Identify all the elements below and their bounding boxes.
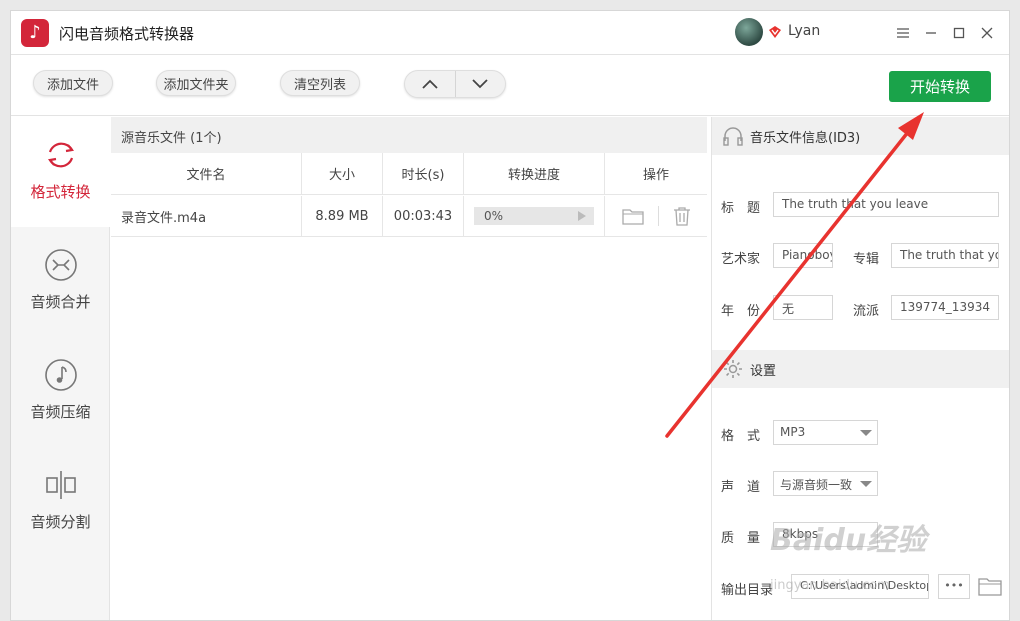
- clear-list-button[interactable]: 清空列表: [280, 70, 360, 96]
- folder-icon[interactable]: [621, 207, 644, 225]
- start-convert-button[interactable]: 开始转换: [889, 71, 991, 102]
- app-window: ♪ 闪电音频格式转换器 Lyan 添加文件 添加文件夹 清空列表 开始转换 格式…: [10, 10, 1010, 621]
- channel-select[interactable]: 与源音频一致: [773, 471, 878, 496]
- avatar[interactable]: [735, 18, 763, 46]
- file-name: 录音文件.m4a: [111, 196, 302, 236]
- headphones-icon: [723, 127, 743, 146]
- refresh-icon: [47, 142, 74, 168]
- add-file-button[interactable]: 添加文件: [33, 70, 113, 96]
- settings-section-header: 设置: [712, 350, 1009, 388]
- file-table-header: 文件名 大小 时长(s) 转换进度 操作: [111, 153, 707, 195]
- app-title: 闪电音频格式转换器: [59, 25, 195, 43]
- progress-bar: 0%: [474, 207, 594, 225]
- sidebar-item-label: 音频压缩: [30, 403, 91, 421]
- title-input[interactable]: The truth that you leave: [773, 192, 999, 217]
- trash-icon[interactable]: [673, 206, 691, 226]
- format-value: MP3: [780, 425, 806, 439]
- output-dir-label: 输出目录: [721, 583, 774, 598]
- sidebar-item-label: 音频合并: [30, 293, 91, 311]
- split-icon: [45, 471, 76, 499]
- file-size: 8.89 MB: [302, 196, 383, 236]
- browse-button[interactable]: •••: [938, 574, 970, 599]
- genre-input[interactable]: 139774_13934: [891, 295, 999, 320]
- caret-down-icon: [860, 481, 872, 487]
- file-list-header: 源音乐文件 (1个): [111, 117, 707, 153]
- artist-input[interactable]: Pianoboy: [773, 243, 833, 268]
- minimize-icon[interactable]: [919, 21, 943, 45]
- gear-icon: [724, 360, 742, 378]
- maximize-icon[interactable]: [947, 21, 971, 45]
- format-label: 格 式: [721, 429, 761, 444]
- column-header-duration: 时长(s): [383, 153, 464, 194]
- sidebar-item-audio-merge[interactable]: 音频合并: [11, 227, 110, 337]
- sidebar-item-audio-split[interactable]: 音频分割: [11, 447, 110, 557]
- chevron-up-icon: [422, 79, 438, 89]
- title-bar: ♪ 闪电音频格式转换器 Lyan: [11, 11, 1009, 55]
- sidebar-item-audio-compress[interactable]: 音频压缩: [11, 337, 110, 447]
- column-header-actions: 操作: [642, 168, 669, 183]
- album-label: 专辑: [853, 252, 880, 267]
- divider: [657, 206, 659, 226]
- play-icon[interactable]: [578, 211, 586, 221]
- sidebar-item-label: 格式转换: [30, 183, 91, 201]
- quality-label: 质 量: [721, 531, 761, 546]
- close-icon[interactable]: [975, 21, 999, 45]
- sidebar: 格式转换 音频合并 音频压缩 音频分割: [11, 117, 110, 620]
- column-header-name: 文件名: [111, 153, 302, 194]
- chevron-down-icon: [472, 79, 488, 89]
- album-input[interactable]: The truth that you leave: [891, 243, 999, 268]
- file-list-panel: 源音乐文件 (1个) 文件名 大小 时长(s) 转换进度 操作 录音文件.m4a…: [111, 117, 707, 620]
- progress-text: 0%: [484, 209, 504, 223]
- genre-label: 流派: [853, 304, 880, 319]
- column-header-size: 大小: [302, 153, 383, 194]
- channel-label: 声 道: [721, 480, 761, 495]
- file-duration: 00:03:43: [383, 196, 464, 236]
- id3-section-header: 音乐文件信息(ID3): [712, 117, 1009, 155]
- move-down-button[interactable]: [456, 71, 506, 97]
- add-folder-button[interactable]: 添加文件夹: [156, 70, 236, 96]
- sidebar-item-label: 音频分割: [30, 513, 91, 531]
- properties-panel: 音乐文件信息(ID3) 标 题 The truth that you leave…: [711, 117, 1009, 620]
- caret-down-icon: [860, 430, 872, 436]
- toolbar: 添加文件 添加文件夹 清空列表 开始转换: [11, 56, 1009, 116]
- format-select[interactable]: MP3: [773, 420, 878, 445]
- actions-cell: [605, 196, 707, 236]
- output-dir-input[interactable]: C:\Users\admin\Desktop: [791, 574, 929, 599]
- table-row[interactable]: 录音文件.m4a 8.89 MB 00:03:43 0%: [111, 196, 707, 237]
- title-label: 标 题: [721, 201, 761, 216]
- progress-cell: 0%: [464, 196, 605, 236]
- settings-section-title: 设置: [750, 363, 777, 379]
- year-label: 年 份: [721, 304, 761, 319]
- merge-icon: [44, 249, 77, 281]
- artist-label: 艺术家: [721, 252, 761, 267]
- username[interactable]: Lyan: [788, 23, 820, 39]
- menu-icon[interactable]: [891, 21, 915, 45]
- column-header-progress: 转换进度: [464, 153, 605, 194]
- move-buttons: [404, 70, 506, 98]
- year-input[interactable]: 无: [773, 295, 833, 320]
- vip-badge-icon: [769, 26, 781, 38]
- move-up-button[interactable]: [405, 71, 456, 97]
- quality-input[interactable]: 8kbps: [773, 522, 878, 547]
- channel-value: 与源音频一致: [780, 478, 853, 492]
- music-note-icon: [44, 359, 77, 391]
- sidebar-item-format-convert[interactable]: 格式转换: [11, 117, 110, 227]
- app-logo-icon: ♪: [21, 19, 49, 47]
- open-folder-icon[interactable]: [978, 576, 1002, 596]
- id3-section-title: 音乐文件信息(ID3): [750, 130, 861, 146]
